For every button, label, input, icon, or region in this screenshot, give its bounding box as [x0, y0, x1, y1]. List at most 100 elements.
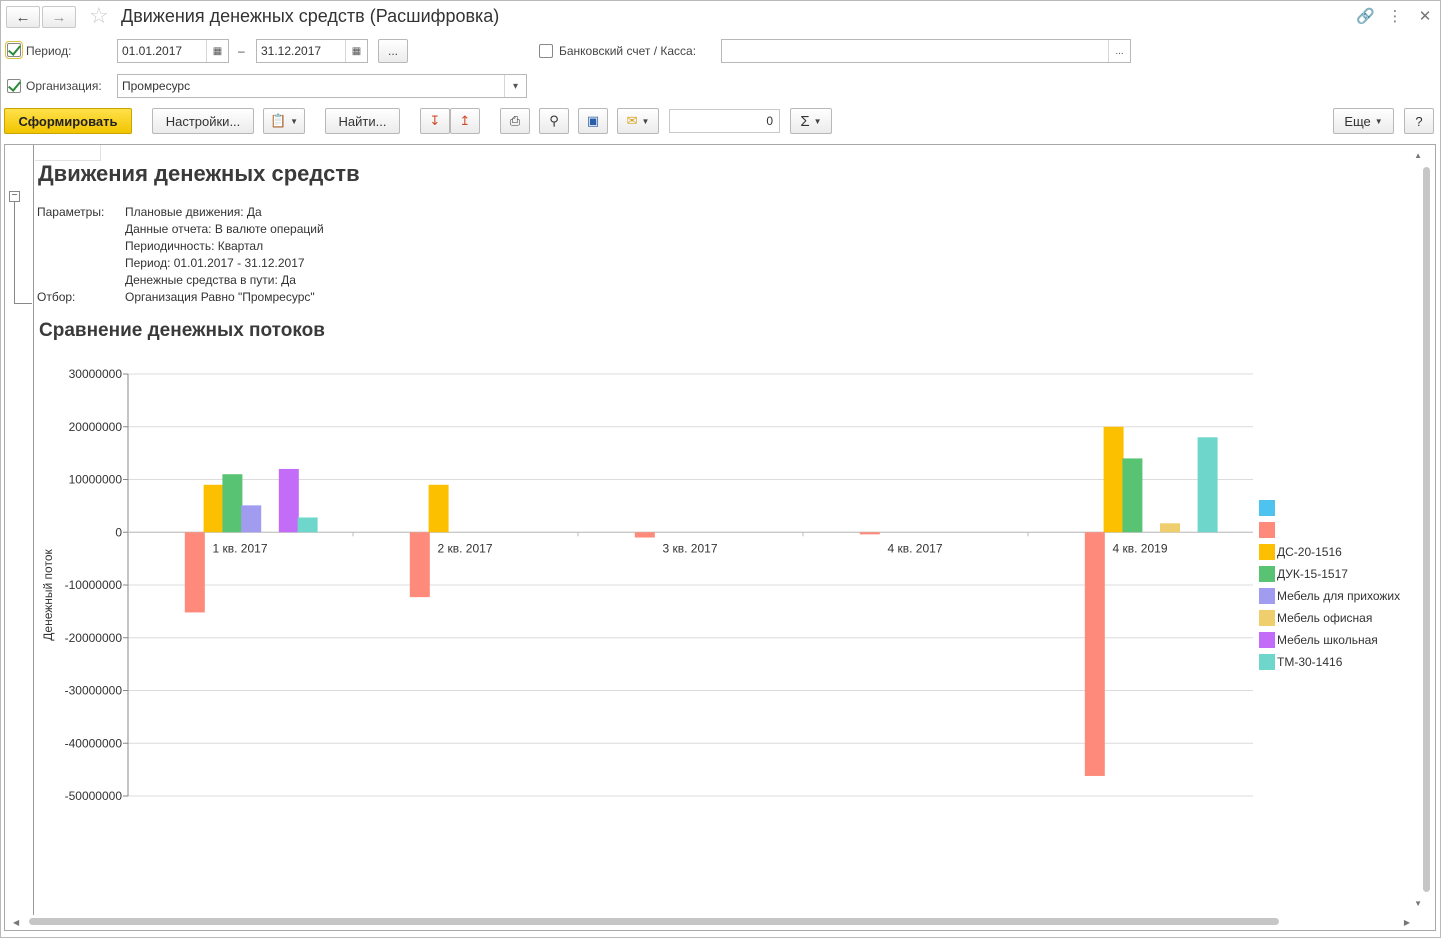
legend-label: Мебель офисная	[1277, 611, 1373, 625]
param-line: Периодичность: Квартал	[125, 239, 264, 253]
y-axis-label: Денежный поток	[41, 549, 55, 641]
x-category-label: 2 кв. 2017	[438, 541, 493, 555]
scroll-down-arrow[interactable]: ▼	[1414, 899, 1422, 908]
param-line: Период: 01.01.2017 - 31.12.2017	[125, 256, 305, 270]
x-category-label: 4 кв. 2017	[888, 541, 943, 555]
x-category-label: 4 кв. 2019	[1113, 541, 1168, 555]
bar	[203, 484, 224, 533]
bar	[297, 517, 318, 533]
bar	[1122, 458, 1143, 533]
calendar-icon[interactable]: ▦	[206, 40, 228, 62]
scroll-up-arrow[interactable]: ▲	[1414, 151, 1422, 160]
preview-magnifier-icon: ⚲	[549, 113, 559, 128]
link-icon[interactable]: 🔗	[1356, 7, 1375, 25]
sum-button[interactable]: Σ ▼	[790, 108, 832, 134]
legend-label: Мебель для прихожих	[1277, 589, 1401, 603]
arrow-right-icon: →	[51, 8, 67, 26]
legend-swatch	[1259, 566, 1275, 582]
legend-swatch	[1259, 588, 1275, 604]
horizontal-scrollbar[interactable]	[29, 918, 1279, 925]
calendar-icon[interactable]: ▦	[345, 40, 367, 62]
date-to-value: 31.12.2017	[261, 44, 322, 58]
chevron-down-icon[interactable]: ▾	[504, 75, 526, 97]
close-icon[interactable]: ✕	[1416, 7, 1434, 25]
bar	[1160, 523, 1180, 533]
print-preview-button[interactable]: ⚲	[539, 108, 569, 134]
more-vertical-icon[interactable]: ⋮	[1386, 7, 1404, 25]
bank-account-field[interactable]: ...	[721, 39, 1131, 63]
chevron-down-icon: ▼	[813, 116, 822, 126]
more-actions-button[interactable]: Еще ▼	[1333, 108, 1394, 134]
sigma-icon: Σ	[800, 112, 810, 130]
bar	[1084, 532, 1105, 776]
date-from-value: 01.01.2017	[122, 44, 183, 58]
param-line: Данные отчета: В валюте операций	[125, 222, 324, 236]
legend-label: ДУК-15-1517	[1277, 567, 1348, 581]
legend-label: Мебель школьная	[1277, 633, 1378, 647]
param-line: Плановые движения: Да	[125, 205, 262, 219]
period-label: Период:	[26, 44, 72, 58]
generate-button[interactable]: Сформировать	[4, 108, 132, 134]
arrow-left-icon: ←	[15, 8, 31, 26]
scroll-left-arrow[interactable]: ◀	[13, 918, 19, 927]
printer-icon: ⎙	[509, 113, 521, 128]
y-tick-label: 0	[115, 525, 122, 539]
organization-value: Промресурс	[122, 79, 191, 93]
bank-account-checkbox[interactable]	[539, 44, 553, 58]
collapse-group-icon[interactable]: −	[9, 191, 20, 202]
period-checkbox[interactable]	[5, 41, 23, 59]
legend-swatch	[1259, 500, 1275, 516]
sort-desc-button[interactable]: ↧	[420, 108, 450, 134]
bar	[634, 532, 655, 538]
group-bracket-end	[14, 303, 32, 304]
find-button[interactable]: Найти...	[325, 108, 400, 134]
date-from-field[interactable]: 01.01.2017 ▦	[117, 39, 229, 63]
organization-field[interactable]: Промресурс ▾	[117, 74, 527, 98]
bar	[1197, 437, 1218, 533]
send-email-button[interactable]: ✉ ▼	[617, 108, 659, 134]
chevron-down-icon: ▼	[290, 116, 299, 126]
forward-button[interactable]: →	[42, 6, 76, 28]
cash-flow-chart: 30000000 20000000 10000000 0 -10000000 -20000…	[41, 367, 1253, 803]
print-button[interactable]: ⎙	[500, 108, 530, 134]
envelope-icon: ✉	[626, 113, 638, 128]
y-tick-label: -40000000	[65, 736, 123, 750]
period-select-button[interactable]: ...	[378, 39, 408, 63]
chevron-down-icon: ▼	[641, 116, 650, 126]
legend-swatch	[1259, 632, 1275, 648]
select-ellipsis-button[interactable]: ...	[1108, 40, 1130, 62]
organization-checkbox[interactable]	[7, 79, 21, 93]
legend-swatch	[1259, 610, 1275, 626]
help-button[interactable]: ?	[1404, 108, 1434, 134]
x-category-label: 3 кв. 2017	[663, 541, 718, 555]
amount-field[interactable]: 0	[669, 109, 780, 133]
bar	[222, 474, 243, 533]
chevron-down-icon: ▼	[1374, 116, 1383, 126]
y-tick-label: 20000000	[69, 420, 123, 434]
more-actions-label: Еще	[1344, 113, 1371, 129]
bar	[859, 532, 880, 535]
y-tick-label: 10000000	[69, 473, 123, 487]
settings-button[interactable]: Настройки...	[152, 108, 254, 134]
filter-label: Отбор:	[37, 290, 76, 304]
group-bracket-line	[14, 202, 15, 304]
vertical-scrollbar[interactable]	[1423, 167, 1430, 892]
legend-label: ТМ-30-1416	[1277, 655, 1343, 669]
save-disk-icon: ▣	[586, 113, 600, 128]
scroll-right-arrow[interactable]: ▶	[1404, 918, 1410, 927]
back-button[interactable]: ←	[6, 6, 40, 28]
bar	[409, 532, 430, 598]
bar	[278, 468, 299, 533]
variants-button[interactable]: 📋 ▼	[263, 108, 305, 134]
save-button[interactable]: ▣	[578, 108, 608, 134]
date-range-dash: –	[238, 44, 245, 58]
chart-title: Сравнение денежных потоков	[39, 320, 325, 341]
date-to-field[interactable]: 31.12.2017 ▦	[256, 39, 368, 63]
legend-swatch	[1259, 522, 1275, 538]
sort-ascending-icon: ↥	[459, 113, 471, 128]
bank-account-label: Банковский счет / Касса:	[559, 44, 697, 58]
bar	[184, 532, 205, 613]
report-window: ← → ☆ Движения денежных средств (Расшифр…	[0, 0, 1441, 938]
sort-asc-button[interactable]: ↥	[450, 108, 480, 134]
favorite-star-icon[interactable]: ☆	[89, 4, 109, 28]
